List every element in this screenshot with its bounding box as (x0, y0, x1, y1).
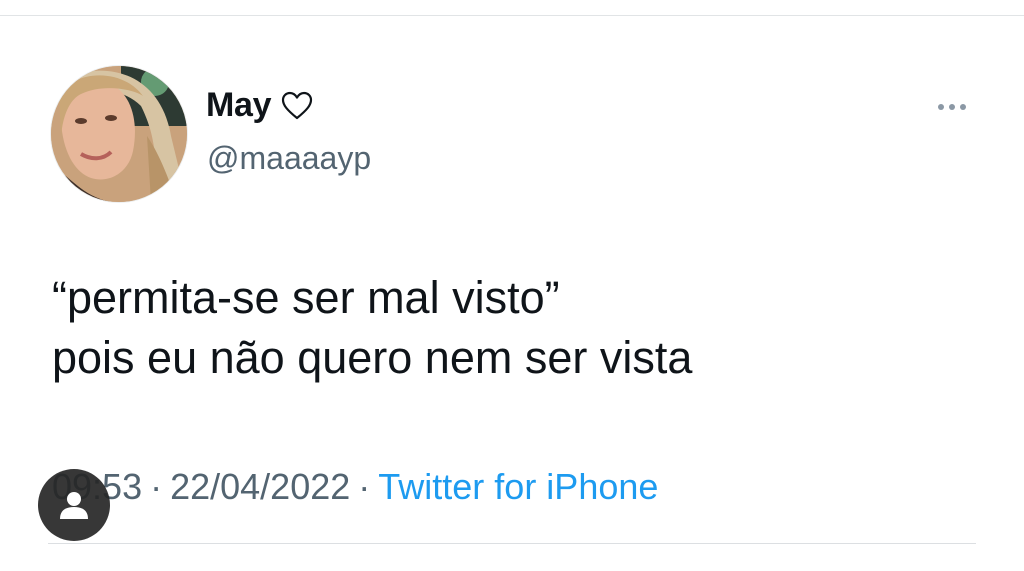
more-dot (938, 104, 944, 110)
tweet-text-line-2: pois eu não quero nem ser vista (52, 332, 693, 383)
author-handle[interactable]: @maaaayp (207, 140, 371, 177)
meta-separator: · (358, 466, 371, 507)
profile-button[interactable] (38, 469, 110, 541)
more-dot (960, 104, 966, 110)
author-name-row[interactable]: May (206, 86, 313, 125)
display-name[interactable]: May (206, 86, 272, 125)
meta-separator: · (150, 466, 163, 507)
top-divider (0, 15, 1024, 16)
person-icon (60, 492, 88, 519)
heart-outline-icon (281, 91, 313, 121)
tweet-date[interactable]: 22/04/2022 (170, 466, 350, 507)
bottom-divider (48, 543, 976, 544)
tweet-metadata: 09:53·22/04/2022·Twitter for iPhone (52, 466, 658, 508)
more-dot (949, 104, 955, 110)
avatar[interactable] (50, 65, 188, 203)
tweet-source-link[interactable]: Twitter for iPhone (378, 466, 658, 507)
more-horizontal-icon[interactable] (930, 94, 974, 120)
tweet-text-line-1: “permita-se ser mal visto” (52, 272, 560, 323)
tweet-text: “permita-se ser mal visto” pois eu não qu… (52, 268, 692, 388)
profile-photo (51, 66, 187, 202)
